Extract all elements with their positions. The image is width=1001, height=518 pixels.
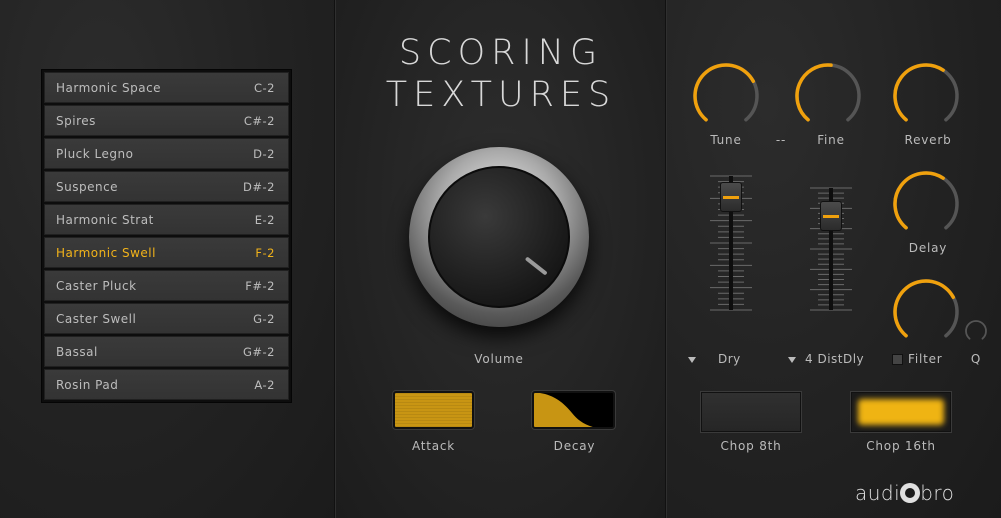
reverb-knob[interactable] [892, 62, 960, 130]
chop-8th-button[interactable] [701, 392, 801, 432]
dry-dropdown[interactable]: Dry [688, 352, 741, 366]
preset-item[interactable]: Harmonic Space C-2 [44, 72, 289, 103]
tune-knob[interactable] [692, 62, 760, 130]
preset-name: Suspence [56, 179, 119, 194]
q-label: Q [970, 352, 982, 366]
tune-fine-separator: -- [775, 133, 787, 147]
preset-item[interactable]: Suspence D#-2 [44, 171, 289, 202]
dry-fader-handle[interactable] [720, 182, 742, 213]
reverb-label: Reverb [904, 133, 952, 147]
decay-pad[interactable] [532, 391, 615, 429]
preset-note: F#-2 [245, 278, 275, 293]
title-line-1: SCORING [398, 33, 604, 73]
volume-knob-pointer [524, 256, 548, 276]
volume-knob-face [428, 166, 570, 308]
preset-item[interactable]: Caster Pluck F#-2 [44, 270, 289, 301]
knob-value-arc [893, 171, 945, 230]
preset-note: C-2 [254, 80, 275, 95]
fader-handle-indicator [723, 196, 739, 200]
preset-note: G#-2 [242, 344, 275, 359]
dist-fader-handle[interactable] [820, 200, 842, 231]
brand-text-start: audi [855, 481, 901, 505]
fx-dropdown-value: 4 DistDly [805, 352, 865, 366]
decay-label: Decay [553, 439, 596, 453]
title-line-2: TEXTURES [385, 75, 617, 115]
triangle-down-icon [688, 356, 696, 363]
preset-note: D#-2 [243, 179, 275, 194]
preset-list: Harmonic Space C-2 Spires C#-2 Pluck Legno D-… [41, 69, 292, 403]
preset-name: Caster Pluck [56, 278, 137, 293]
volume-label: Volume [474, 352, 524, 366]
fx-dropdown[interactable]: 4 DistDly [788, 352, 864, 366]
delay-label: Delay [908, 241, 948, 255]
filter-label: Filter [908, 352, 943, 366]
preset-name: Pluck Legno [56, 146, 134, 161]
decay-curve [534, 393, 593, 427]
triangle-down-icon [788, 356, 796, 363]
tune-label: Tune [710, 133, 742, 147]
delay-knob[interactable] [892, 170, 960, 238]
preset-note: E-2 [254, 212, 275, 227]
preset-item[interactable]: Harmonic Swell F-2 [44, 237, 289, 268]
filter-cutoff-knob[interactable] [892, 278, 960, 346]
preset-item[interactable]: Harmonic Strat E-2 [44, 204, 289, 235]
preset-note: G-2 [253, 311, 275, 326]
preset-item[interactable]: Rosin Pad A-2 [44, 369, 289, 400]
chop-16th-label: Chop 16th [866, 439, 936, 453]
preset-name: Caster Swell [56, 311, 137, 326]
volume-knob[interactable] [409, 147, 589, 327]
brand-o-mark [900, 483, 921, 503]
attack-label: Attack [411, 439, 456, 453]
preset-name: Harmonic Strat [56, 212, 154, 227]
filter-checkbox[interactable] [892, 354, 903, 365]
fine-knob[interactable] [794, 62, 862, 130]
preset-item[interactable]: Caster Swell G-2 [44, 303, 289, 334]
preset-name: Bassal [56, 344, 98, 359]
fine-label: Fine [817, 133, 845, 147]
preset-name: Rosin Pad [56, 377, 119, 392]
page-title: SCORING TEXTURES [336, 32, 666, 116]
preset-item[interactable]: Spires C#-2 [44, 105, 289, 136]
attack-pad[interactable] [393, 391, 474, 429]
fader-handle-indicator [823, 214, 839, 218]
chop-16th-button[interactable] [851, 392, 951, 432]
brand-logo: audi bro [855, 481, 954, 505]
preset-item[interactable]: Pluck Legno D-2 [44, 138, 289, 169]
q-knob[interactable] [963, 318, 989, 344]
knob-value-arc [795, 63, 833, 122]
dry-dropdown-value: Dry [718, 352, 741, 366]
knob-track [965, 320, 987, 340]
chop-8th-label: Chop 8th [720, 439, 782, 453]
preset-note: C#-2 [243, 113, 275, 128]
preset-name: Harmonic Swell [56, 245, 156, 260]
preset-name: Spires [56, 113, 96, 128]
preset-note: D-2 [253, 146, 275, 161]
brand-text-end: bro [920, 481, 955, 505]
preset-note: F-2 [255, 245, 275, 260]
preset-name: Harmonic Space [56, 80, 162, 95]
knob-value-arc [893, 63, 945, 122]
preset-note: A-2 [254, 377, 275, 392]
chop-16th-active-glow [858, 399, 944, 425]
preset-item[interactable]: Bassal G#-2 [44, 336, 289, 367]
